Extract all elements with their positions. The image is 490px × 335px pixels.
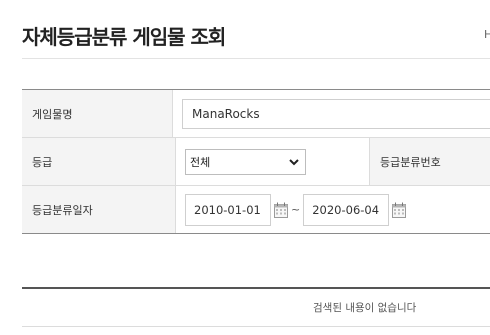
chevron-down-icon bbox=[289, 155, 299, 169]
game-name-label: 게임물명 bbox=[22, 90, 173, 137]
results-table-top-border bbox=[22, 287, 490, 289]
rating-number-label: 등급분류번호 bbox=[369, 138, 490, 185]
game-name-row: 게임물명 ManaRocks bbox=[22, 90, 490, 138]
breadcrumb-home[interactable]: H bbox=[484, 28, 490, 41]
rating-row: 등급 전체 등급분류번호 bbox=[22, 138, 490, 186]
rating-select[interactable]: 전체 bbox=[185, 148, 306, 175]
date-from-input[interactable]: 2010-01-01 bbox=[185, 193, 271, 226]
title-divider bbox=[22, 58, 490, 59]
date-range-separator: ~ bbox=[291, 203, 301, 216]
results-table-bottom-border bbox=[22, 326, 490, 327]
rating-date-label: 등급분류일자 bbox=[22, 186, 176, 233]
search-form: 게임물명 ManaRocks 등급 전체 등급분류번호 등급분류일자 2010-… bbox=[22, 89, 490, 234]
date-to-input[interactable]: 2020-06-04 bbox=[303, 193, 390, 226]
rating-date-row: 등급분류일자 2010-01-01 ~ 2020-06-04 bbox=[22, 186, 490, 233]
game-name-input[interactable]: ManaRocks bbox=[182, 98, 490, 129]
calendar-icon[interactable] bbox=[392, 202, 407, 218]
page-title: 자체등급분류 게임물 조회 bbox=[22, 25, 226, 49]
calendar-icon[interactable] bbox=[274, 202, 288, 218]
rating-select-value: 전체 bbox=[190, 155, 211, 169]
empty-results-message: 검색된 내용이 없습니다 bbox=[313, 302, 417, 314]
rating-label: 등급 bbox=[22, 138, 176, 185]
